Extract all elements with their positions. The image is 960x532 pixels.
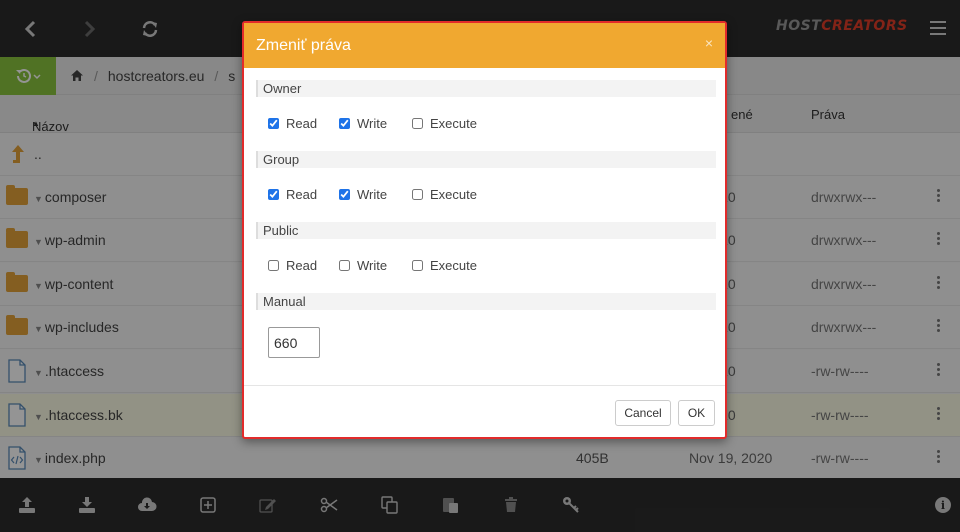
group-execute-checkbox[interactable]: Execute	[412, 187, 477, 202]
read-label: Read	[286, 187, 318, 202]
owner-read-input[interactable]	[268, 118, 279, 129]
group-write-checkbox[interactable]: Write	[339, 187, 387, 202]
cancel-button[interactable]: Cancel	[615, 400, 671, 426]
owner-write-input[interactable]	[339, 118, 350, 129]
public-execute-checkbox[interactable]: Execute	[412, 258, 477, 273]
read-label: Read	[286, 116, 318, 131]
group-write-input[interactable]	[339, 189, 350, 200]
read-label: Read	[286, 258, 318, 273]
owner-read-checkbox[interactable]: Read	[268, 116, 317, 131]
owner-execute-input[interactable]	[412, 118, 423, 129]
manual-permissions-input[interactable]	[268, 327, 320, 358]
execute-label: Execute	[430, 258, 477, 273]
public-read-checkbox[interactable]: Read	[268, 258, 317, 273]
dialog-header: Zmeniť práva ×	[244, 23, 725, 68]
change-permissions-dialog: Zmeniť práva × Owner Read Write Execute …	[242, 21, 727, 439]
owner-write-checkbox[interactable]: Write	[339, 116, 387, 131]
section-group: Group	[256, 151, 716, 168]
section-owner: Owner	[256, 80, 716, 97]
write-label: Write	[357, 116, 388, 131]
group-read-input[interactable]	[268, 189, 279, 200]
group-execute-input[interactable]	[412, 189, 423, 200]
execute-label: Execute	[430, 116, 477, 131]
execute-label: Execute	[430, 187, 477, 202]
close-icon[interactable]: ×	[705, 35, 713, 51]
write-label: Write	[357, 258, 388, 273]
write-label: Write	[357, 187, 388, 202]
owner-execute-checkbox[interactable]: Execute	[412, 116, 477, 131]
section-manual: Manual	[256, 293, 716, 310]
group-read-checkbox[interactable]: Read	[268, 187, 317, 202]
public-execute-input[interactable]	[412, 260, 423, 271]
ok-button[interactable]: OK	[678, 400, 715, 426]
dialog-title: Zmeniť práva	[256, 37, 351, 54]
section-public: Public	[256, 222, 716, 239]
dialog-footer: Cancel OK	[244, 385, 725, 437]
public-write-checkbox[interactable]: Write	[339, 258, 387, 273]
public-read-input[interactable]	[268, 260, 279, 271]
public-write-input[interactable]	[339, 260, 350, 271]
